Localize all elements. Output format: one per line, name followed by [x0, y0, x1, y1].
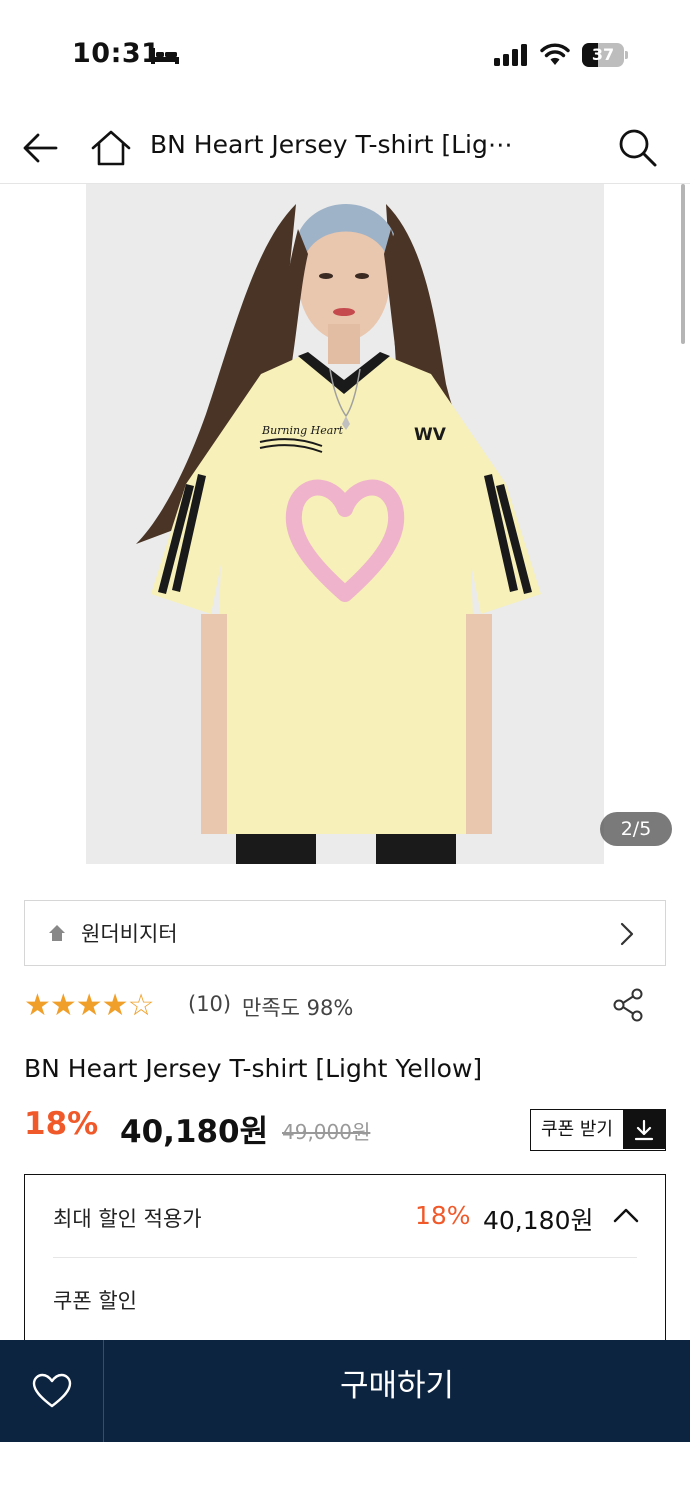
- status-time: 10:31: [72, 38, 161, 69]
- battery-icon: 37: [582, 43, 628, 67]
- price-row: 18% 40,180원 49,000원 쿠폰 받기: [24, 1104, 666, 1154]
- product-name: BN Heart Jersey T-shirt [Light Yellow]: [24, 1054, 483, 1083]
- max-discount-label: 최대 할인 적용가: [53, 1207, 202, 1231]
- page-title: BN Heart Jersey T-shirt [Lig⋯: [150, 130, 513, 159]
- chevron-right-icon: [620, 922, 634, 946]
- brand-home-icon: [49, 925, 65, 941]
- svg-text:Burning Heart: Burning Heart: [261, 424, 344, 437]
- bottom-action-bar: 구매하기: [0, 1340, 690, 1442]
- max-discount-panel: 최대 할인 적용가 18% 40,180원 쿠폰 할인: [24, 1174, 666, 1354]
- discount-rate: 18%: [24, 1106, 99, 1142]
- scroll-indicator[interactable]: [681, 184, 685, 344]
- battery-level: 37: [591, 45, 615, 64]
- coupon-button-label: 쿠폰 받기: [541, 1119, 613, 1140]
- rating-row[interactable]: ★★★★☆ (10) 만족도 98%: [24, 988, 666, 1024]
- home-icon[interactable]: [90, 128, 132, 168]
- star-rating: ★★★★☆: [24, 988, 155, 1024]
- image-counter: 2/5: [600, 812, 672, 846]
- chevron-up-icon[interactable]: [613, 1207, 639, 1223]
- brand-name: 원더비지터: [81, 922, 178, 946]
- sale-price: 40,180원: [120, 1114, 269, 1150]
- battery-body: 37: [582, 43, 624, 67]
- svg-text:WV: WV: [414, 425, 447, 445]
- max-discount-rate: 18%: [415, 1201, 471, 1230]
- divider: [53, 1257, 637, 1258]
- nav-bar: BN Heart Jersey T-shirt [Lig⋯: [0, 110, 690, 184]
- original-price: 49,000원: [282, 1120, 371, 1144]
- signal-icon: [494, 44, 527, 66]
- max-discount-price: 40,180원: [483, 1206, 594, 1235]
- search-icon[interactable]: [616, 126, 658, 168]
- stars-empty: ☆: [127, 988, 155, 1023]
- coupon-download-button[interactable]: 쿠폰 받기: [530, 1109, 666, 1151]
- bed-icon: [151, 48, 179, 64]
- back-arrow-icon[interactable]: [20, 128, 60, 168]
- satisfaction-rate: 만족도 98%: [242, 996, 354, 1020]
- product-photo: Burning Heart WV: [86, 184, 604, 864]
- heart-icon: [32, 1373, 71, 1408]
- coupon-discount-label: 쿠폰 할인: [53, 1289, 137, 1313]
- battery-tip: [625, 51, 628, 59]
- wishlist-button[interactable]: [0, 1340, 104, 1442]
- download-icon: [623, 1110, 665, 1149]
- review-count: (10): [188, 992, 232, 1016]
- share-icon[interactable]: [612, 988, 644, 1022]
- buy-button[interactable]: 구매하기: [104, 1340, 690, 1442]
- wifi-icon: [540, 43, 570, 65]
- status-bar: 10:31 37: [0, 0, 690, 110]
- stars-filled: ★★★★: [24, 988, 129, 1023]
- brand-row[interactable]: 원더비지터: [24, 900, 666, 966]
- product-image[interactable]: Burning Heart WV: [86, 184, 604, 864]
